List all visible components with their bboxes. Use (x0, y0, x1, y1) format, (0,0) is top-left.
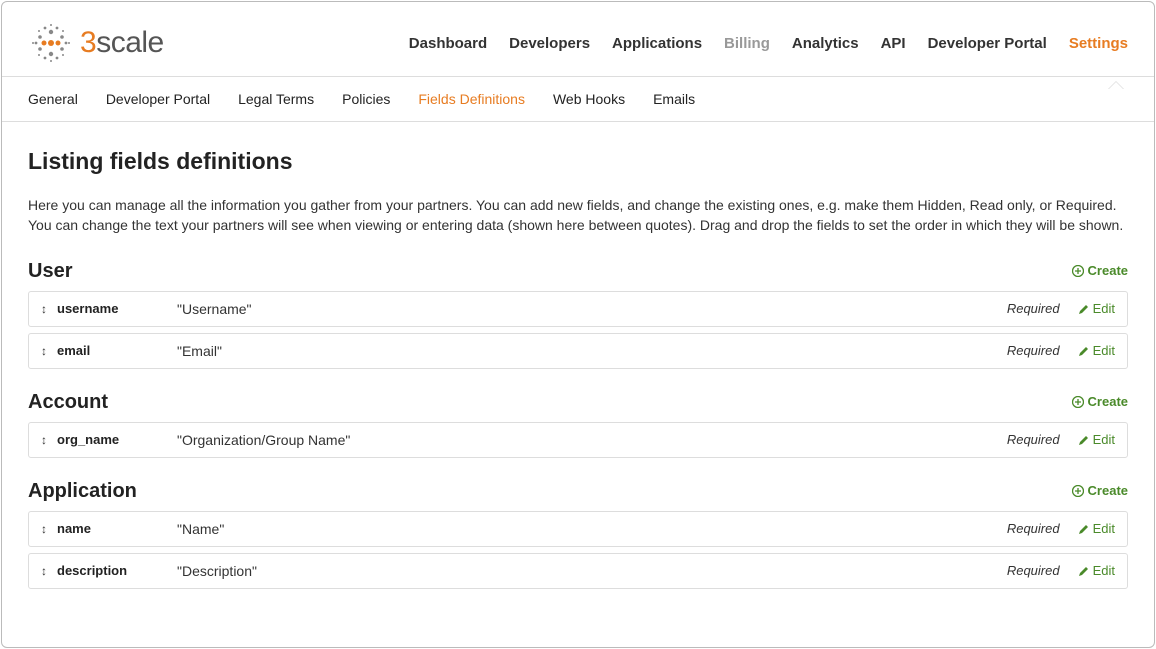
edit-button[interactable]: Edit (1078, 521, 1115, 536)
subnav-developer-portal[interactable]: Developer Portal (106, 91, 210, 107)
field-row: ↕ email "Email" Required Edit (28, 333, 1128, 369)
field-label: "Name" (177, 521, 1007, 537)
plus-icon (1072, 265, 1084, 277)
subnav-web-hooks[interactable]: Web Hooks (553, 91, 625, 107)
pencil-icon (1078, 434, 1089, 445)
page-intro: Here you can manage all the information … (28, 195, 1128, 236)
field-name: description (57, 563, 177, 578)
nav-dashboard[interactable]: Dashboard (409, 35, 487, 52)
plus-icon (1072, 485, 1084, 497)
sub-navigation: General Developer Portal Legal Terms Pol… (2, 76, 1154, 122)
field-name: name (57, 521, 177, 536)
field-label: "Organization/Group Name" (177, 432, 1007, 448)
pencil-icon (1078, 345, 1089, 356)
pencil-icon (1078, 303, 1089, 314)
edit-label: Edit (1093, 343, 1115, 358)
create-label: Create (1088, 483, 1128, 498)
section-account: Account Create ↕ org_name "Organization/… (28, 391, 1128, 458)
logo-text: 3scale (80, 26, 164, 60)
subnav-general[interactable]: General (28, 91, 78, 107)
field-status: Required (1007, 563, 1060, 578)
field-status: Required (1007, 301, 1060, 316)
drag-handle-icon[interactable]: ↕ (41, 564, 47, 578)
logo[interactable]: 3scale (28, 20, 164, 66)
field-name: username (57, 301, 177, 316)
nav-analytics[interactable]: Analytics (792, 35, 859, 52)
field-label: "Username" (177, 301, 1007, 317)
edit-label: Edit (1093, 301, 1115, 316)
plus-icon (1072, 396, 1084, 408)
nav-applications[interactable]: Applications (612, 35, 702, 52)
top-navigation: Dashboard Developers Applications Billin… (409, 35, 1128, 52)
subnav-emails[interactable]: Emails (653, 91, 695, 107)
page-title: Listing fields definitions (28, 148, 1128, 175)
section-title-account: Account (28, 391, 108, 414)
edit-button[interactable]: Edit (1078, 301, 1115, 316)
field-row: ↕ name "Name" Required Edit (28, 511, 1128, 547)
create-button-user[interactable]: Create (1072, 263, 1128, 278)
subnav-fields-definitions[interactable]: Fields Definitions (418, 91, 525, 107)
field-status: Required (1007, 432, 1060, 447)
nav-billing[interactable]: Billing (724, 35, 770, 52)
create-label: Create (1088, 263, 1128, 278)
field-row: ↕ description "Description" Required Edi… (28, 553, 1128, 589)
drag-handle-icon[interactable]: ↕ (41, 522, 47, 536)
pencil-icon (1078, 565, 1089, 576)
drag-handle-icon[interactable]: ↕ (41, 344, 47, 358)
drag-handle-icon[interactable]: ↕ (41, 302, 47, 316)
edit-label: Edit (1093, 563, 1115, 578)
subnav-policies[interactable]: Policies (342, 91, 390, 107)
create-button-application[interactable]: Create (1072, 483, 1128, 498)
field-status: Required (1007, 343, 1060, 358)
nav-developers[interactable]: Developers (509, 35, 590, 52)
logo-mark-icon (28, 20, 74, 66)
active-tab-caret-icon (1108, 81, 1124, 89)
create-button-account[interactable]: Create (1072, 394, 1128, 409)
section-title-user: User (28, 260, 72, 283)
edit-button[interactable]: Edit (1078, 343, 1115, 358)
field-name: email (57, 343, 177, 358)
section-title-application: Application (28, 480, 137, 503)
field-row: ↕ username "Username" Required Edit (28, 291, 1128, 327)
edit-button[interactable]: Edit (1078, 563, 1115, 578)
edit-label: Edit (1093, 432, 1115, 447)
create-label: Create (1088, 394, 1128, 409)
section-user: User Create ↕ username "Username" Requir… (28, 260, 1128, 369)
drag-handle-icon[interactable]: ↕ (41, 433, 47, 447)
field-label: "Description" (177, 563, 1007, 579)
section-application: Application Create ↕ name "Name" Require… (28, 480, 1128, 589)
field-label: "Email" (177, 343, 1007, 359)
nav-settings[interactable]: Settings (1069, 35, 1128, 52)
field-row: ↕ org_name "Organization/Group Name" Req… (28, 422, 1128, 458)
nav-developer-portal[interactable]: Developer Portal (928, 35, 1047, 52)
subnav-legal-terms[interactable]: Legal Terms (238, 91, 314, 107)
nav-api[interactable]: API (881, 35, 906, 52)
edit-label: Edit (1093, 521, 1115, 536)
pencil-icon (1078, 523, 1089, 534)
field-name: org_name (57, 432, 177, 447)
field-status: Required (1007, 521, 1060, 536)
edit-button[interactable]: Edit (1078, 432, 1115, 447)
